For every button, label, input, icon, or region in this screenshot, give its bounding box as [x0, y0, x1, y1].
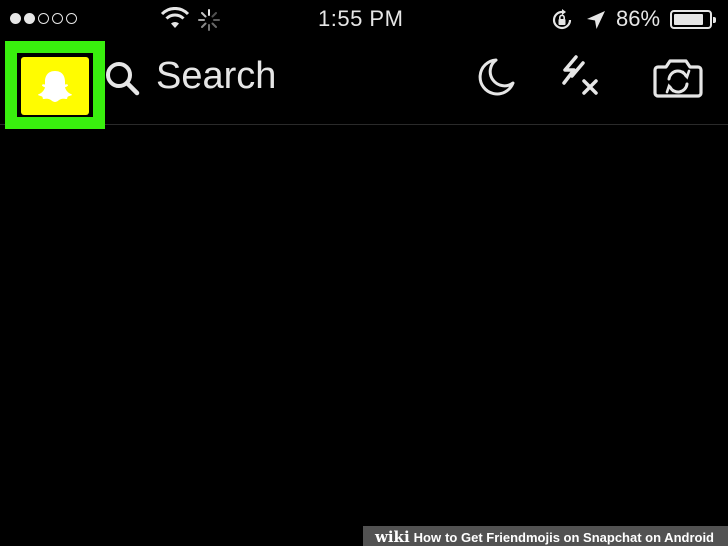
wikihow-watermark: wiki How to Get Friendmojis on Snapchat …	[362, 526, 728, 546]
cell-signal-indicator	[10, 13, 77, 24]
camera-header: Search	[0, 40, 728, 129]
signal-dot	[52, 13, 63, 24]
wikihow-logo: wiki	[374, 528, 410, 546]
status-bar: 1:55 PM 86%	[0, 0, 728, 40]
signal-dot	[24, 13, 35, 24]
profile-ghost-button[interactable]	[21, 57, 89, 115]
signal-dot	[10, 13, 21, 24]
ghost-icon	[38, 71, 72, 102]
battery-percentage: 86%	[616, 6, 661, 31]
battery-icon	[670, 10, 716, 29]
status-time: 1:55 PM	[318, 6, 404, 31]
search-field[interactable]: Search	[156, 55, 276, 98]
search-icon[interactable]	[104, 60, 142, 98]
signal-dot	[38, 13, 49, 24]
watermark-caption: to Get Friendmojis on Snapchat on Androi…	[445, 529, 714, 545]
rotation-lock-icon	[552, 9, 572, 30]
watermark-how: How	[413, 529, 442, 545]
wifi-icon	[160, 7, 190, 28]
activity-spinner-icon	[198, 9, 220, 31]
camera-flip-icon[interactable]	[652, 55, 704, 101]
highlight-box[interactable]	[5, 41, 105, 129]
location-arrow-icon	[587, 11, 605, 29]
flash-off-icon[interactable]	[558, 53, 604, 99]
battery-fill	[674, 14, 704, 25]
signal-dot	[66, 13, 77, 24]
moon-icon[interactable]	[474, 55, 518, 99]
